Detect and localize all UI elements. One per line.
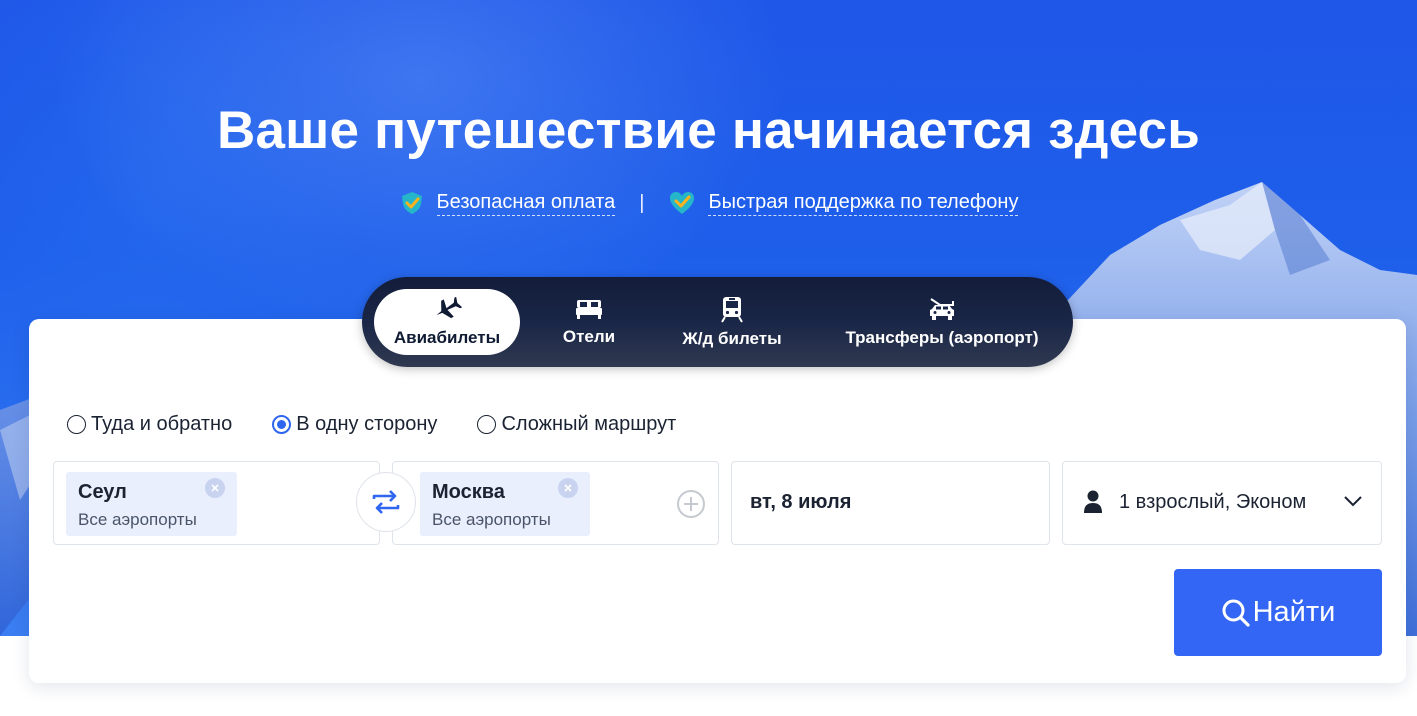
bed-icon bbox=[576, 300, 602, 319]
train-icon bbox=[721, 297, 743, 323]
swap-cities-button[interactable] bbox=[356, 472, 416, 532]
tab-label: Авиабилеты bbox=[393, 328, 501, 347]
person-icon bbox=[1084, 490, 1102, 513]
tab-label: Отели bbox=[562, 327, 616, 346]
plus-circle-icon bbox=[677, 490, 705, 518]
search-icon bbox=[1222, 599, 1250, 627]
to-city: Москва bbox=[432, 481, 505, 503]
car-transfer-icon bbox=[930, 298, 954, 320]
tab-flights[interactable]: Авиабилеты bbox=[374, 289, 520, 355]
clear-to-icon[interactable] bbox=[558, 478, 578, 498]
to-chip[interactable]: Москва Все аэропорты bbox=[420, 472, 590, 536]
radio-one-way[interactable]: В одну сторону bbox=[272, 413, 437, 436]
from-city: Сеул bbox=[78, 481, 127, 503]
passengers-value: 1 взрослый, Эконом bbox=[1119, 490, 1307, 513]
feature-label: Быстрая поддержка по телефону bbox=[708, 191, 1019, 216]
tab-label: Трансферы (аэропорт) bbox=[845, 328, 1039, 347]
heart-check-icon bbox=[670, 192, 695, 214]
date-field[interactable]: вт, 8 июля bbox=[731, 461, 1050, 545]
from-airports: Все аэропорты bbox=[78, 510, 197, 529]
hero-title: Ваше путешествие начинается здесь bbox=[216, 101, 1201, 160]
radio-circle bbox=[477, 415, 497, 434]
radio-label: Сложный маршрут bbox=[501, 413, 677, 435]
tab-label: Ж/д билеты bbox=[682, 329, 782, 348]
feature-secure-payment[interactable]: Безопасная оплата bbox=[399, 190, 616, 216]
search-button-label: Найти bbox=[1252, 596, 1336, 628]
shield-check-icon bbox=[401, 192, 422, 214]
radio-multi-city[interactable]: Сложный маршрут bbox=[477, 413, 676, 436]
plane-icon bbox=[436, 296, 462, 319]
from-chip[interactable]: Сеул Все аэропорты bbox=[66, 472, 237, 536]
clear-from-icon[interactable] bbox=[205, 478, 225, 498]
to-airports: Все аэропорты bbox=[432, 510, 551, 529]
page: Ваше путешествие начинается здесь Безопа… bbox=[0, 0, 1417, 716]
departure-date: вт, 8 июля bbox=[750, 491, 852, 513]
radio-circle bbox=[67, 415, 86, 434]
feature-phone-support[interactable]: Быстрая поддержка по телефону bbox=[668, 190, 1019, 216]
tab-transfers[interactable]: Трансферы (аэропорт) bbox=[832, 289, 1052, 355]
tab-trains[interactable]: Ж/д билеты bbox=[662, 289, 802, 355]
passengers-field[interactable]: 1 взрослый, Эконом bbox=[1062, 461, 1382, 545]
from-field[interactable]: Сеул Все аэропорты bbox=[53, 461, 380, 545]
trip-type-group: Туда и обратно В одну сторону Сложный ма… bbox=[67, 413, 716, 436]
swap-arrows-icon bbox=[372, 490, 400, 514]
tab-hotels[interactable]: Отели bbox=[536, 289, 642, 355]
radio-circle bbox=[272, 415, 292, 434]
chevron-down-icon bbox=[1344, 496, 1362, 507]
radio-label: В одну сторону bbox=[296, 413, 438, 435]
feature-separator: | bbox=[639, 191, 645, 214]
product-tabs: Авиабилеты Отели Ж/д билеты Трансферы (а… bbox=[362, 277, 1073, 367]
radio-round-trip[interactable]: Туда и обратно bbox=[67, 413, 232, 436]
search-button[interactable]: Найти bbox=[1174, 569, 1382, 656]
feature-label: Безопасная оплата bbox=[436, 191, 616, 216]
passengers-value-wrap: 1 взрослый, Эконом bbox=[1083, 490, 1306, 514]
to-field[interactable]: Москва Все аэропорты bbox=[392, 461, 719, 545]
radio-label: Туда и обратно bbox=[91, 413, 233, 435]
features-row: Безопасная оплата | Быстрая поддержка по… bbox=[0, 188, 1417, 218]
add-destination-button[interactable] bbox=[676, 489, 706, 524]
